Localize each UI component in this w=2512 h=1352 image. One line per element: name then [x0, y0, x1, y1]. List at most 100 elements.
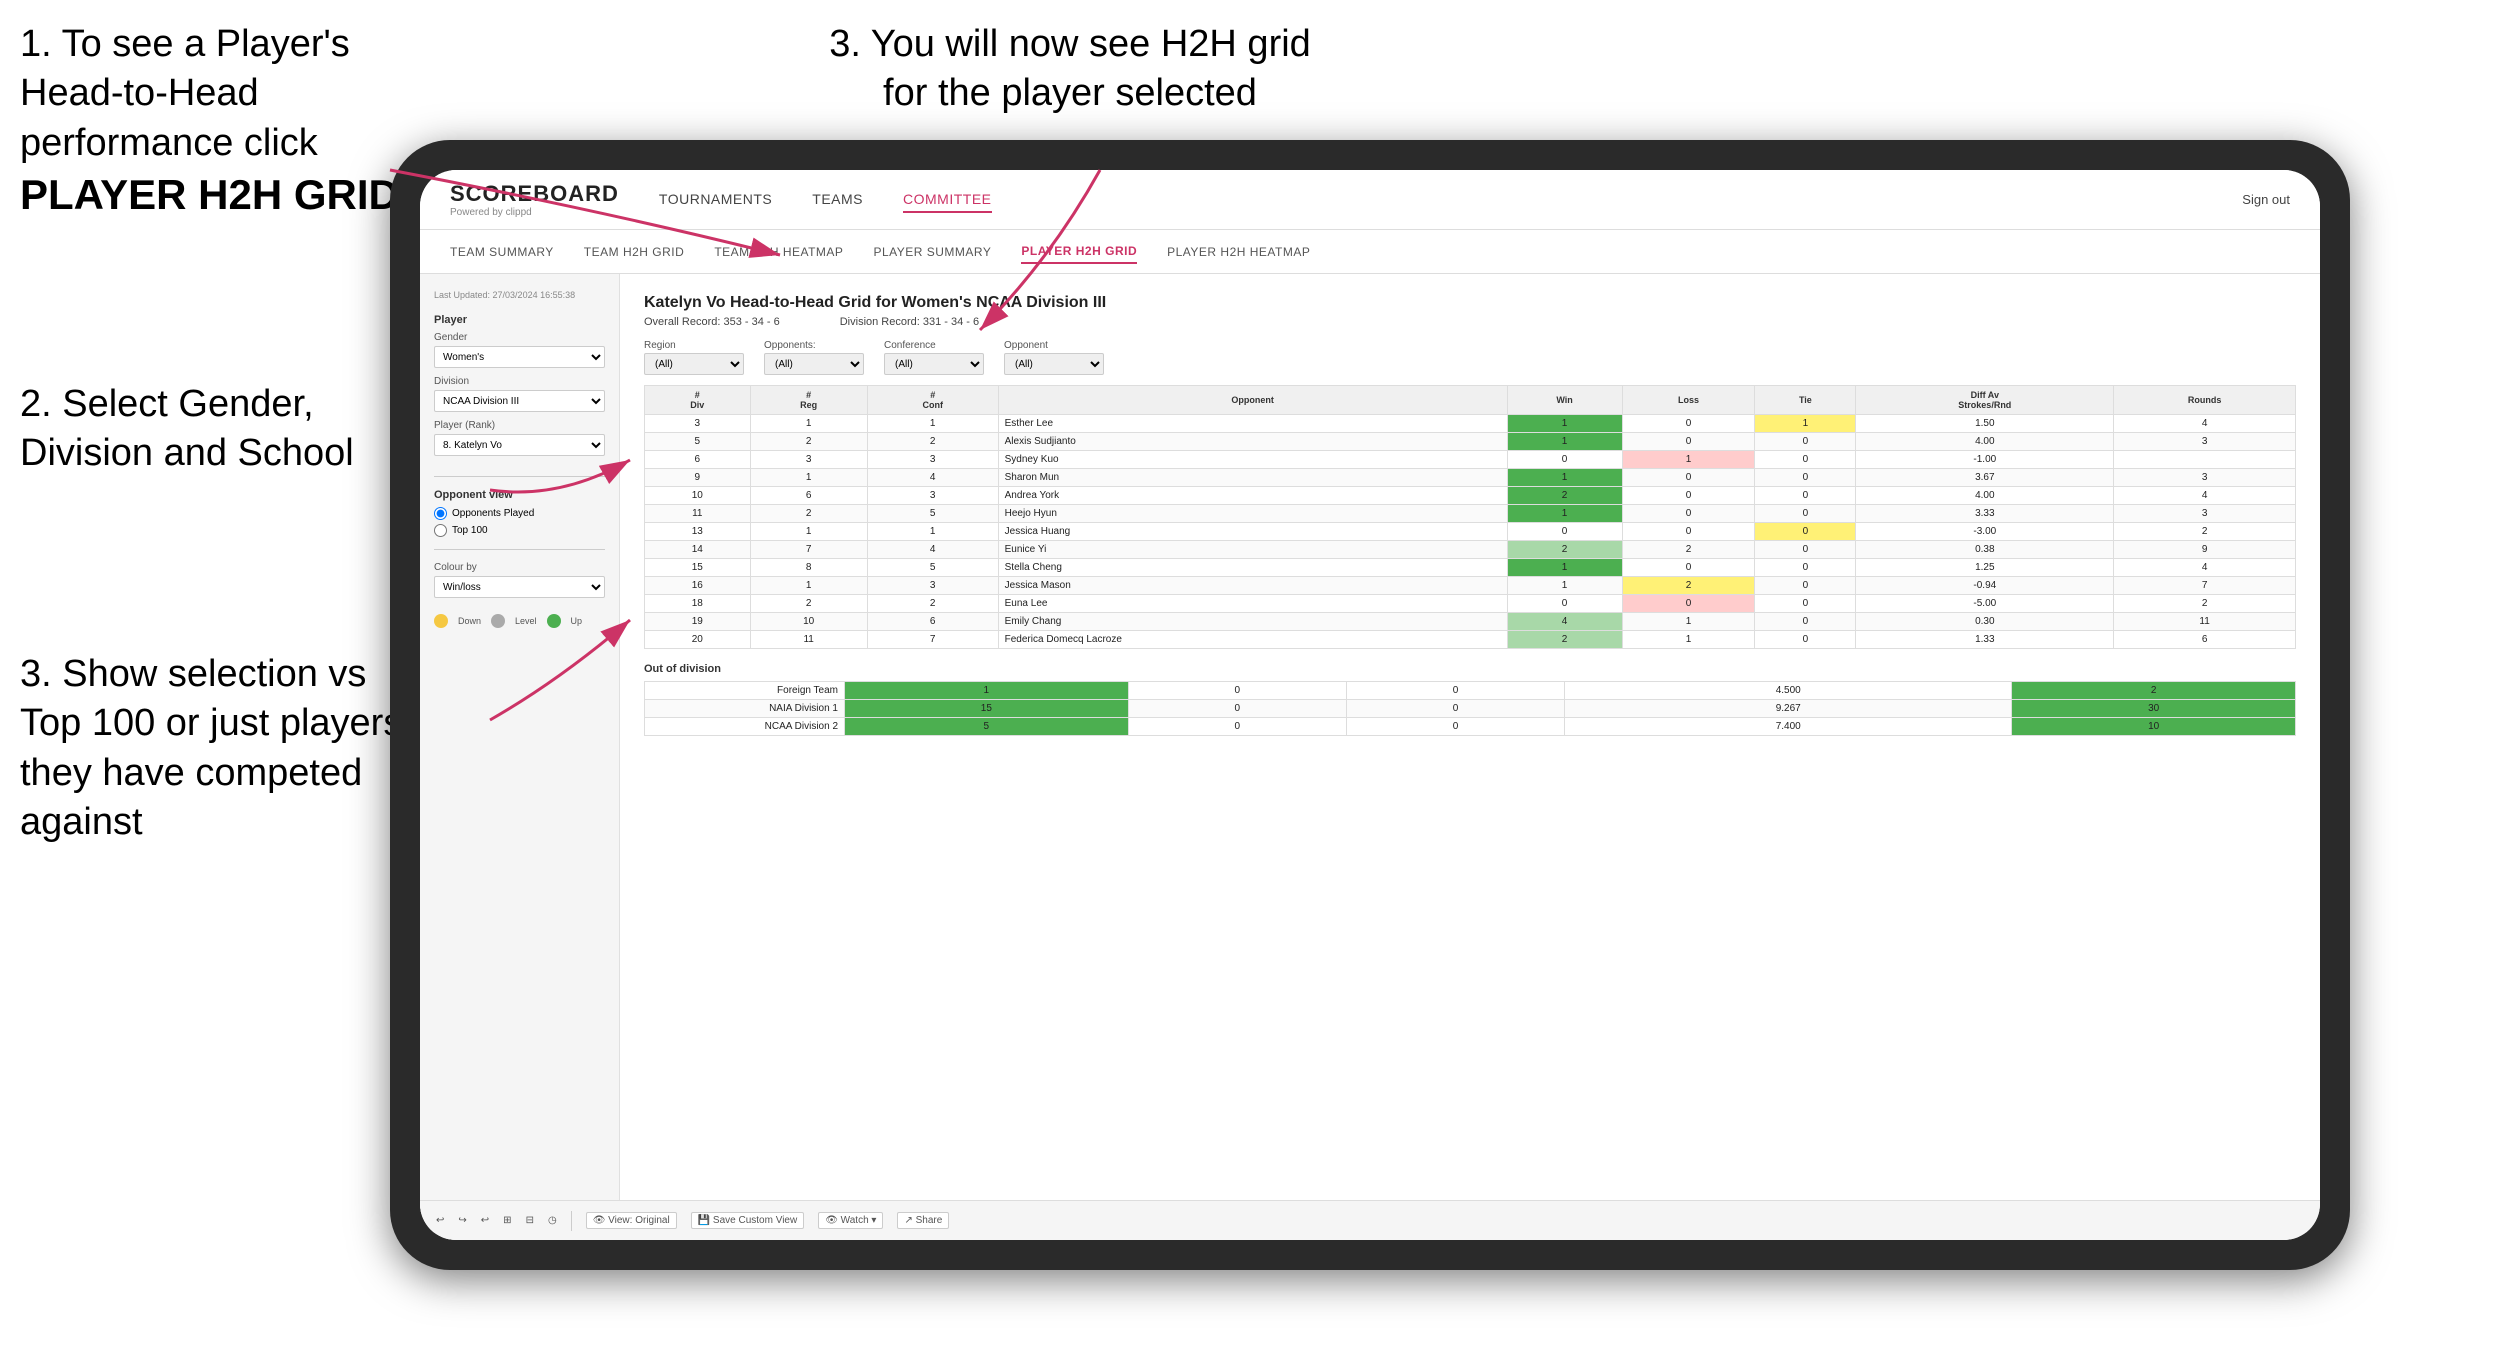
cell-reg: 11: [750, 631, 867, 649]
ood-table-row: Foreign Team 1 0 0 4.500 2: [645, 682, 2296, 700]
cell-tie: 1: [1755, 415, 1856, 433]
nav-item-teams[interactable]: TEAMS: [812, 187, 863, 213]
cell-reg: 2: [750, 433, 867, 451]
ood-tie: 0: [1346, 718, 1564, 736]
filter-opponent-select[interactable]: (All): [1004, 353, 1104, 375]
cell-rounds: 11: [2114, 613, 2296, 631]
out-of-division-header: Out of division: [644, 663, 2296, 675]
legend-level-label: Level: [515, 616, 537, 626]
tablet-frame: SCOREBOARD Powered by clippd TOURNAMENTS…: [390, 140, 2350, 1270]
cell-conf: 5: [867, 505, 998, 523]
ood-diff: 4.500: [1565, 682, 2012, 700]
ood-rounds: 10: [2012, 718, 2296, 736]
ood-win: 15: [845, 700, 1129, 718]
cell-div: 9: [645, 469, 751, 487]
cell-rounds: 2: [2114, 523, 2296, 541]
sub-nav-team-summary[interactable]: TEAM SUMMARY: [450, 241, 554, 263]
sign-out[interactable]: Sign out: [2242, 192, 2290, 207]
cell-conf: 1: [867, 523, 998, 541]
toolbar-view-original[interactable]: 👁 View: Original: [620, 1212, 677, 1229]
filter-region-select[interactable]: (All): [644, 353, 744, 375]
cell-rounds: 7: [2114, 577, 2296, 595]
cell-opponent: Andrea York: [998, 487, 1507, 505]
table-row: 15 8 5 Stella Cheng 1 0 0 1.25 4: [645, 559, 2296, 577]
cell-loss: 0: [1622, 559, 1755, 577]
filter-region-label: Region: [644, 340, 744, 351]
filter-opponent-label: Opponent: [1004, 340, 1104, 351]
ood-label: NCAA Division 2: [645, 718, 845, 736]
sidebar-division-select[interactable]: NCAA Division III NCAA Division I NCAA D…: [434, 390, 605, 412]
cell-opponent: Jessica Huang: [998, 523, 1507, 541]
instruction-top-right: 3. You will now see H2H grid for the pla…: [820, 20, 1320, 119]
cell-reg: 6: [750, 487, 867, 505]
cell-rounds: 2: [2114, 595, 2296, 613]
cell-win: 4: [1507, 613, 1622, 631]
cell-loss: 0: [1622, 469, 1755, 487]
cell-tie: 0: [1755, 541, 1856, 559]
cell-loss: 2: [1622, 577, 1755, 595]
sub-nav-player-h2h-grid[interactable]: PLAYER H2H GRID: [1021, 240, 1137, 264]
filter-opponents-select[interactable]: (All): [764, 353, 864, 375]
cell-diff: 1.50: [1856, 415, 2114, 433]
filter-opponent-group: Opponent (All): [1004, 340, 1104, 375]
sidebar-timestamp: Last Updated: 27/03/2024 16:55:38: [434, 290, 605, 300]
filter-conference-select[interactable]: (All): [884, 353, 984, 375]
cell-diff: 4.00: [1856, 487, 2114, 505]
cell-win: 1: [1507, 433, 1622, 451]
table-row: 16 1 3 Jessica Mason 1 2 0 -0.94 7: [645, 577, 2296, 595]
toolbar-save-custom[interactable]: 💾 Save Custom View: [691, 1212, 805, 1229]
cell-div: 10: [645, 487, 751, 505]
cell-reg: 7: [750, 541, 867, 559]
sidebar-colour-by-select[interactable]: Win/loss: [434, 576, 605, 598]
cell-div: 20: [645, 631, 751, 649]
cell-conf: 6: [867, 613, 998, 631]
toolbar-share[interactable]: ↗ Share: [897, 1212, 949, 1229]
nav-item-tournaments[interactable]: TOURNAMENTS: [659, 187, 772, 213]
cell-win: 2: [1507, 631, 1622, 649]
cell-reg: 1: [750, 523, 867, 541]
filter-conference-group: Conference (All): [884, 340, 984, 375]
ood-win: 1: [845, 682, 1129, 700]
table-row: 10 6 3 Andrea York 2 0 0 4.00 4: [645, 487, 2296, 505]
nav-items: TOURNAMENTS TEAMS COMMITTEE: [659, 187, 2242, 213]
th-conf: #Conf: [867, 386, 998, 415]
cell-loss: 0: [1622, 505, 1755, 523]
cell-rounds: 4: [2114, 559, 2296, 577]
cell-div: 16: [645, 577, 751, 595]
page-title: Katelyn Vo Head-to-Head Grid for Women's…: [644, 294, 2296, 312]
radio-opponents-played[interactable]: Opponents Played: [434, 507, 605, 520]
cell-opponent: Sydney Kuo: [998, 451, 1507, 469]
sidebar-player-rank-select[interactable]: 8. Katelyn Vo: [434, 434, 605, 456]
sub-nav-team-h2h-grid[interactable]: TEAM H2H GRID: [584, 241, 685, 263]
content-area: Katelyn Vo Head-to-Head Grid for Women's…: [620, 274, 2320, 1240]
sub-nav-player-h2h-heatmap[interactable]: PLAYER H2H HEATMAP: [1167, 241, 1310, 263]
cell-tie: 0: [1755, 559, 1856, 577]
cell-opponent: Heejo Hyun: [998, 505, 1507, 523]
cell-conf: 3: [867, 577, 998, 595]
nav-item-committee[interactable]: COMMITTEE: [903, 187, 992, 213]
cell-diff: 0.30: [1856, 613, 2114, 631]
cell-rounds: 6: [2114, 631, 2296, 649]
ood-diff: 9.267: [1565, 700, 2012, 718]
cell-conf: 7: [867, 631, 998, 649]
toolbar-watch[interactable]: 👁 Watch ▾: [818, 1212, 883, 1229]
ood-win: 5: [845, 718, 1129, 736]
cell-reg: 2: [750, 595, 867, 613]
cell-reg: 10: [750, 613, 867, 631]
cell-diff: -0.94: [1856, 577, 2114, 595]
sidebar-player-rank-label: Player (Rank): [434, 420, 605, 431]
logo-sub: Powered by clippd: [450, 207, 619, 218]
ood-diff: 7.400: [1565, 718, 2012, 736]
filter-conference-label: Conference: [884, 340, 984, 351]
cell-tie: 0: [1755, 631, 1856, 649]
cell-conf: 3: [867, 487, 998, 505]
sidebar-gender-select[interactable]: Women's Men's: [434, 346, 605, 368]
cell-win: 2: [1507, 487, 1622, 505]
sub-nav-player-summary[interactable]: PLAYER SUMMARY: [873, 241, 991, 263]
cell-tie: 0: [1755, 595, 1856, 613]
cell-tie: 0: [1755, 613, 1856, 631]
sub-nav-team-h2h-heatmap[interactable]: TEAM H2H HEATMAP: [714, 241, 843, 263]
radio-top-100[interactable]: Top 100: [434, 524, 605, 537]
cell-loss: 0: [1622, 595, 1755, 613]
table-row: 14 7 4 Eunice Yi 2 2 0 0.38 9: [645, 541, 2296, 559]
